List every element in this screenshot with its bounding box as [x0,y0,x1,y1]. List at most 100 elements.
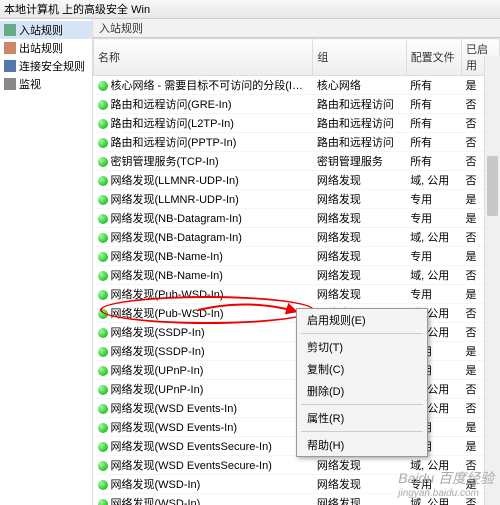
enabled-icon [98,499,108,505]
rule-name: 网络发现(SSDP-In) [111,327,205,339]
table-row[interactable]: 网络发现(NB-Name-In)网络发现专用是 [94,247,500,266]
rule-profile: 所有 [406,114,461,133]
rule-group: 路由和远程访问 [313,95,406,114]
out-icon [4,42,16,54]
rule-name: 网络发现(UPnP-In) [111,384,204,396]
rule-name: 网络发现(NB-Name-In) [111,251,223,263]
rule-group: 网络发现 [313,456,406,475]
table-row[interactable]: 核心网络 - 需要目标不可访问的分段(ICMPv4-In)核心网络所有是 [94,76,500,95]
table-row[interactable]: 路由和远程访问(PPTP-In)路由和远程访问所有否 [94,133,500,152]
rule-name: 网络发现(WSD EventsSecure-In) [111,460,272,472]
window-title: 本地计算机 上的高级安全 Win [0,0,500,19]
rule-profile: 专用 [406,285,461,304]
watermark: Baidu 百度经验jingyan.baidu.com [398,468,494,499]
col-profile[interactable]: 配置文件 [406,39,461,76]
rule-name: 网络发现(SSDP-In) [111,346,205,358]
rule-group: 网络发现 [313,190,406,209]
table-row[interactable]: 密钥管理服务(TCP-In)密钥管理服务所有否 [94,152,500,171]
enabled-icon [98,404,108,414]
menu-copy[interactable]: 复制(C) [297,358,427,380]
rule-group: 路由和远程访问 [313,114,406,133]
rule-name: 路由和远程访问(GRE-In) [111,99,232,111]
col-group[interactable]: 组 [313,39,406,76]
context-menu[interactable]: 启用规则(E) 剪切(T)复制(C)删除(D) 属性(R) 帮助(H) [296,308,428,457]
rule-profile: 域, 公用 [406,266,461,285]
rule-profile: 专用 [406,247,461,266]
enabled-icon [98,271,108,281]
sidebar-item-rule[interactable]: 连接安全规则 [0,57,92,75]
rule-profile: 域, 公用 [406,171,461,190]
rule-name: 网络发现(WSD Events-In) [111,403,238,415]
sidebar-label: 入站规则 [19,22,63,38]
menu-delete[interactable]: 删除(D) [297,380,427,402]
rule-name: 网络发现(WSD EventsSecure-In) [111,441,272,453]
rule-name: 网络发现(NB-Datagram-In) [111,213,242,225]
rule-group: 路由和远程访问 [313,133,406,152]
scrollbar-thumb[interactable] [487,156,498,216]
sidebar-item-mon[interactable]: 监视 [0,75,92,93]
menu-separator [301,404,423,405]
rule-name: 网络发现(Pub-WSD-In) [111,308,224,320]
rule-name: 网络发现(LLMNR-UDP-In) [111,194,239,206]
menu-separator [301,431,423,432]
rule-group: 网络发现 [313,475,406,494]
menu-separator [301,333,423,334]
rule-group: 网络发现 [313,247,406,266]
table-row[interactable]: 网络发现(NB-Datagram-In)网络发现专用是 [94,209,500,228]
mon-icon [4,78,16,90]
rule-name: 路由和远程访问(PPTP-In) [111,137,237,149]
table-row[interactable]: 网络发现(LLMNR-UDP-In)网络发现专用是 [94,190,500,209]
enabled-icon [98,119,108,129]
rule-name: 网络发现(LLMNR-UDP-In) [111,175,239,187]
rule-group: 网络发现 [313,209,406,228]
sidebar-label: 连接安全规则 [19,58,85,74]
rule-profile: 所有 [406,95,461,114]
enabled-icon [98,252,108,262]
rule-group: 网络发现 [313,171,406,190]
rule-profile: 域, 公用 [406,228,461,247]
enabled-icon [98,195,108,205]
enabled-icon [98,347,108,357]
rule-group: 网络发现 [313,285,406,304]
table-row[interactable]: 路由和远程访问(GRE-In)路由和远程访问所有否 [94,95,500,114]
table-row[interactable]: 网络发现(Pub-WSD-In)网络发现专用是 [94,285,500,304]
table-row[interactable]: 网络发现(LLMNR-UDP-In)网络发现域, 公用否 [94,171,500,190]
menu-properties[interactable]: 属性(R) [297,407,427,429]
sidebar-item-in[interactable]: 入站规则 [0,21,92,39]
rule-profile: 所有 [406,133,461,152]
rule-name: 网络发现(WSD-In) [111,479,201,491]
sidebar-item-out[interactable]: 出站规则 [0,39,92,57]
enabled-icon [98,290,108,300]
enabled-icon [98,176,108,186]
col-name[interactable]: 名称 [94,39,313,76]
in-icon [4,24,16,36]
sidebar-label: 监视 [19,76,41,92]
vertical-scrollbar[interactable] [484,56,500,505]
table-row[interactable]: 网络发现(NB-Name-In)网络发现域, 公用否 [94,266,500,285]
enabled-icon [98,233,108,243]
enabled-icon [98,157,108,167]
rule-profile: 所有 [406,76,461,95]
rule-name: 核心网络 - 需要目标不可访问的分段(ICMPv4-In) [111,80,313,92]
table-row[interactable]: 网络发现(NB-Datagram-In)网络发现域, 公用否 [94,228,500,247]
enabled-icon [98,461,108,471]
menu-enable-rule[interactable]: 启用规则(E) [297,309,427,331]
rule-name: 网络发现(NB-Datagram-In) [111,232,242,244]
rule-name: 网络发现(WSD-In) [111,498,201,505]
enabled-icon [98,214,108,224]
rule-name: 网络发现(UPnP-In) [111,365,204,377]
rule-name: 网络发现(Pub-WSD-In) [111,289,224,301]
rule-profile: 专用 [406,190,461,209]
rule-name: 密钥管理服务(TCP-In) [111,156,219,168]
tab-header: 入站规则 [93,19,500,38]
rule-name: 路由和远程访问(L2TP-In) [111,118,234,130]
menu-cut[interactable]: 剪切(T) [297,336,427,358]
rule-group: 网络发现 [313,228,406,247]
sidebar-label: 出站规则 [19,40,63,56]
table-row[interactable]: 路由和远程访问(L2TP-In)路由和远程访问所有否 [94,114,500,133]
enabled-icon [98,138,108,148]
sidebar: 入站规则出站规则连接安全规则监视 [0,19,93,505]
enabled-icon [98,423,108,433]
enabled-icon [98,309,108,319]
menu-help[interactable]: 帮助(H) [297,434,427,456]
